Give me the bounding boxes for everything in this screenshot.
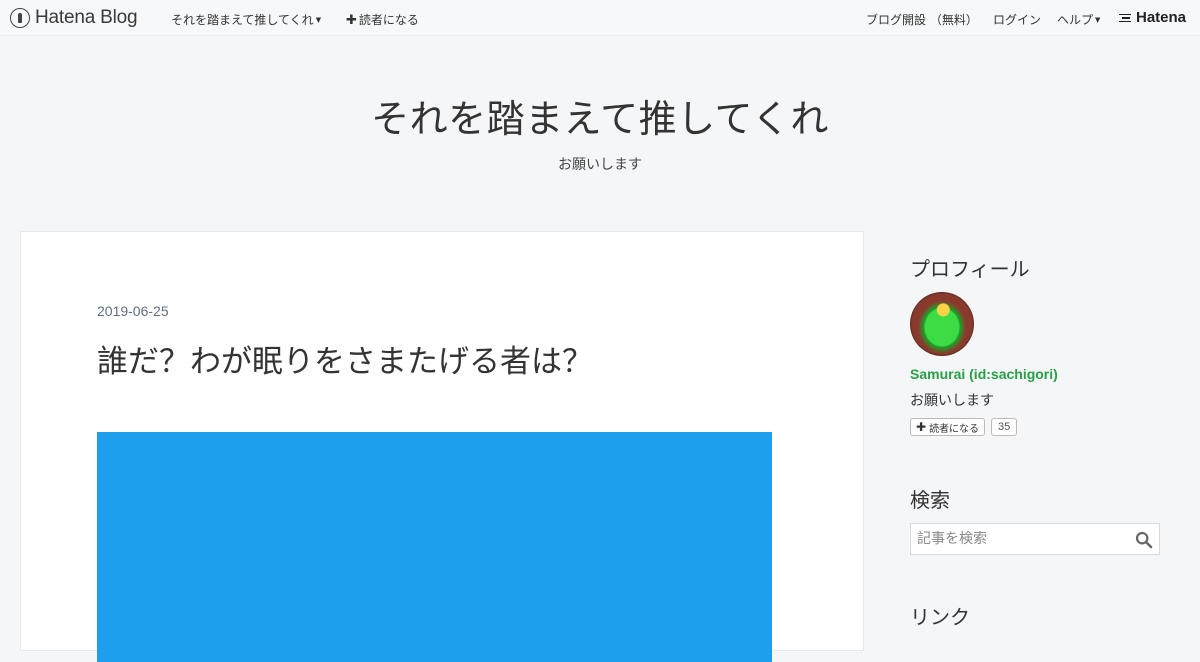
help-label: ヘルプ — [1057, 13, 1094, 27]
blog-description: お願いします — [558, 157, 642, 173]
entry-card: 2019-06-25 誰だ？わが眠りをさまたげる者は？ — [20, 231, 864, 662]
subscribe-link[interactable]: ✚ 読者になる — [346, 11, 419, 28]
profile-name[interactable]: Samurai (id:sachigori) — [910, 366, 1058, 382]
hatena-corp-logo[interactable]: Hatena — [1119, 9, 1186, 26]
blog-title[interactable]: それを踏まえて推してくれ — [0, 88, 1200, 143]
hatena-blog-logo[interactable]: Hatena Blog — [10, 7, 138, 29]
help-dropdown[interactable]: ヘルプ ▼ — [1057, 11, 1100, 28]
entry-title[interactable]: 誰だ？わが眠りをさまたげる者は？ — [97, 336, 593, 381]
caret-down-icon: ▼ — [1095, 16, 1101, 24]
subscriber-count[interactable]: 35 — [991, 418, 1018, 436]
hatena-blog-logo-icon — [10, 8, 30, 28]
profile-description: お願いします — [910, 393, 994, 409]
search-icon[interactable] — [1135, 531, 1153, 549]
sidebar: プロフィール Samurai (id:sachigori) お願いします ✚ 読者… — [892, 231, 1180, 651]
search-form — [910, 523, 1160, 555]
search-input[interactable] — [911, 524, 1129, 554]
entry-date[interactable]: 2019-06-25 — [97, 303, 169, 319]
links-heading: リンク — [910, 605, 970, 629]
blog-menu-label: それを踏まえて推してくれ — [171, 13, 314, 27]
open-blog-link[interactable]: ブログ開設 （無料） — [866, 11, 978, 28]
caret-down-icon: ▼ — [315, 16, 322, 24]
subscribe-button-label: 読者になる — [929, 423, 980, 435]
global-header: Hatena Blog それを踏まえて推してくれ ▼ ✚ 読者になる ブログ開設 （… — [0, 0, 1200, 36]
hatena-logo-text: Hatena — [1136, 9, 1187, 26]
login-link[interactable]: ログイン — [993, 11, 1041, 28]
plus-icon: ✚ — [346, 13, 357, 28]
subscribe-label: 読者になる — [358, 13, 419, 27]
blog-menu-dropdown[interactable]: それを踏まえて推してくれ ▼ — [171, 11, 321, 28]
hatena-logo-icon — [1119, 13, 1133, 23]
search-heading: 検索 — [910, 488, 950, 512]
brand-name: Hatena Blog — [35, 7, 138, 28]
subscribe-button[interactable]: ✚ 読者になる — [910, 418, 986, 436]
plus-icon: ✚ — [916, 420, 927, 434]
entry-embed-image[interactable] — [97, 432, 772, 662]
profile-heading: プロフィール — [910, 257, 1030, 281]
avatar[interactable] — [910, 292, 974, 356]
